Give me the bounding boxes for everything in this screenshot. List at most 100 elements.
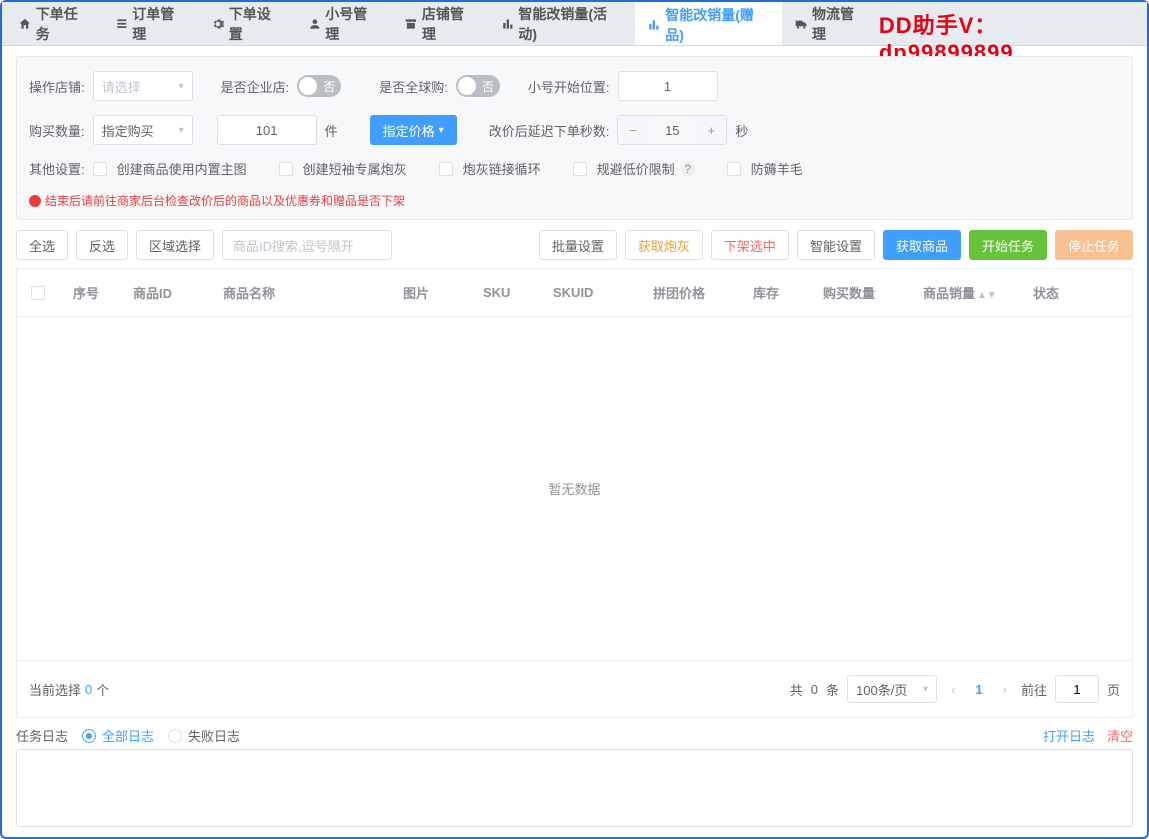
- tab-logistics[interactable]: 物流管理: [782, 2, 879, 45]
- selection-prefix: 当前选择: [29, 680, 81, 699]
- invert-button[interactable]: 反选: [76, 230, 128, 260]
- th-sales[interactable]: 商品销量▲▼: [915, 283, 1025, 302]
- home-icon: [18, 17, 32, 31]
- select-all-button[interactable]: 全选: [16, 230, 68, 260]
- tab-shop-mgmt[interactable]: 店铺管理: [392, 2, 489, 45]
- price-button[interactable]: 指定价格▾: [370, 115, 457, 145]
- delay-value: 15: [648, 123, 696, 138]
- total-count: 0: [811, 682, 818, 697]
- log-label: 任务日志: [16, 726, 68, 745]
- list-icon: [115, 17, 129, 31]
- region-button[interactable]: 区域选择: [136, 230, 214, 260]
- shop-select[interactable]: 请选择▾: [93, 71, 193, 101]
- prev-page-button[interactable]: ‹: [945, 682, 961, 697]
- sort-icon: ▲▼: [977, 293, 997, 299]
- user-icon: [308, 17, 322, 31]
- minus-button[interactable]: −: [618, 116, 648, 144]
- log-header: 任务日志 全部日志 失败日志 打开日志 清空: [16, 726, 1133, 745]
- main-tabs: 下单任务 订单管理 下单设置 小号管理 店铺管理 智能改销量(活动) 智能改销量…: [2, 2, 1147, 46]
- batch-button[interactable]: 批量设置: [539, 230, 617, 260]
- chk-shortsleeve-label: 创建短袖专属炮灰: [303, 159, 407, 178]
- global-label: 是否全球购:: [379, 77, 448, 96]
- radio-all-log[interactable]: 全部日志: [82, 726, 154, 745]
- tab-order-mgmt[interactable]: 订单管理: [103, 2, 200, 45]
- tab-smart-activity[interactable]: 智能改销量(活动): [489, 2, 636, 45]
- delay-stepper[interactable]: − 15 +: [617, 115, 727, 145]
- chk-antiwool[interactable]: [727, 162, 741, 176]
- get-ph-button[interactable]: 获取炮灰: [625, 230, 703, 260]
- qty-unit: 件: [325, 121, 338, 140]
- th-group: 拼团价格: [645, 283, 745, 302]
- gear-icon: [211, 17, 225, 31]
- chevron-down-icon: ▾: [923, 684, 928, 695]
- th-seq: 序号: [65, 283, 125, 302]
- selection-count: 0: [85, 682, 92, 697]
- chk-lowprice[interactable]: [573, 162, 587, 176]
- other-label: 其他设置:: [29, 159, 85, 178]
- open-log-link[interactable]: 打开日志: [1043, 726, 1095, 745]
- table-header: 序号 商品ID 商品名称 图片 SKU SKUID 拼团价格 库存 购买数量 商…: [17, 269, 1132, 317]
- chk-builtin-img[interactable]: [93, 162, 107, 176]
- th-sku: SKU: [475, 285, 545, 300]
- shop-label: 操作店铺:: [29, 77, 85, 96]
- goto-suffix: 页: [1107, 680, 1120, 699]
- chevron-down-icon: ▾: [179, 81, 184, 92]
- chevron-down-icon: ▾: [179, 125, 184, 136]
- search-input[interactable]: 商品ID搜索,逗号隔开: [222, 230, 392, 260]
- next-page-button[interactable]: ›: [997, 682, 1013, 697]
- shop-icon: [404, 17, 418, 31]
- th-status: 状态: [1025, 283, 1095, 302]
- page-number[interactable]: 1: [969, 682, 988, 697]
- page-size-select[interactable]: 100条/页▾: [847, 675, 937, 703]
- enterprise-toggle[interactable]: 否: [297, 75, 341, 97]
- stop-button[interactable]: 停止任务: [1055, 230, 1133, 260]
- warning-icon: [29, 195, 41, 207]
- radio-fail-log[interactable]: 失败日志: [168, 726, 240, 745]
- tab-smart-gift[interactable]: 智能改销量(赠品): [635, 2, 782, 45]
- total-suffix: 条: [826, 680, 839, 699]
- chk-loop[interactable]: [439, 162, 453, 176]
- qty-mode-select[interactable]: 指定购买▾: [93, 115, 193, 145]
- startpos-input[interactable]: 1: [618, 71, 718, 101]
- th-img: 图片: [395, 283, 475, 302]
- global-toggle[interactable]: 否: [456, 75, 500, 97]
- tab-account-mgmt[interactable]: 小号管理: [296, 2, 393, 45]
- caret-down-icon: ▾: [439, 125, 444, 136]
- th-buyqty: 购买数量: [815, 283, 915, 302]
- filter-panel: 操作店铺: 请选择▾ 是否企业店: 否 是否全球购: 否 小号开始位置: 1 购…: [16, 56, 1133, 220]
- chart-icon: [501, 17, 515, 31]
- header-checkbox[interactable]: [31, 286, 45, 300]
- help-icon[interactable]: ?: [681, 162, 695, 176]
- get-goods-button[interactable]: 获取商品: [883, 230, 961, 260]
- log-textarea[interactable]: [16, 749, 1133, 827]
- plus-button[interactable]: +: [696, 116, 726, 144]
- qty-label: 购买数量:: [29, 121, 85, 140]
- chart-icon: [647, 18, 661, 32]
- th-name: 商品名称: [215, 283, 395, 302]
- enterprise-label: 是否企业店:: [221, 77, 290, 96]
- th-stock: 库存: [745, 283, 815, 302]
- data-table: 序号 商品ID 商品名称 图片 SKU SKUID 拼团价格 库存 购买数量 商…: [16, 268, 1133, 718]
- selection-suffix: 个: [96, 680, 109, 699]
- offline-button[interactable]: 下架选中: [711, 230, 789, 260]
- chk-shortsleeve[interactable]: [279, 162, 293, 176]
- qty-input[interactable]: 101: [217, 115, 317, 145]
- log-section: 任务日志 全部日志 失败日志 打开日志 清空: [16, 726, 1133, 827]
- app-window: 下单任务 订单管理 下单设置 小号管理 店铺管理 智能改销量(活动) 智能改销量…: [0, 0, 1149, 839]
- th-skuid: SKUID: [545, 285, 645, 300]
- pagination: 共 0 条 100条/页▾ ‹ 1 › 前往 页: [790, 675, 1120, 703]
- delay-unit: 秒: [735, 121, 748, 140]
- truck-icon: [794, 17, 808, 31]
- goto-input[interactable]: [1055, 675, 1099, 703]
- startpos-label: 小号开始位置:: [528, 77, 610, 96]
- total-prefix: 共: [790, 680, 803, 699]
- clear-log-link[interactable]: 清空: [1107, 726, 1133, 745]
- chk-antiwool-label: 防薅羊毛: [751, 159, 803, 178]
- tab-order-task[interactable]: 下单任务: [6, 2, 103, 45]
- warning-text: 结束后请前往商家后台检查改价后的商品以及优惠券和赠品是否下架: [29, 192, 1120, 209]
- tab-order-setting[interactable]: 下单设置: [199, 2, 296, 45]
- chk-builtin-img-label: 创建商品使用内置主图: [117, 159, 247, 178]
- brand-text: DD助手V：dp99899899: [879, 2, 1143, 45]
- start-button[interactable]: 开始任务: [969, 230, 1047, 260]
- smart-button[interactable]: 智能设置: [797, 230, 875, 260]
